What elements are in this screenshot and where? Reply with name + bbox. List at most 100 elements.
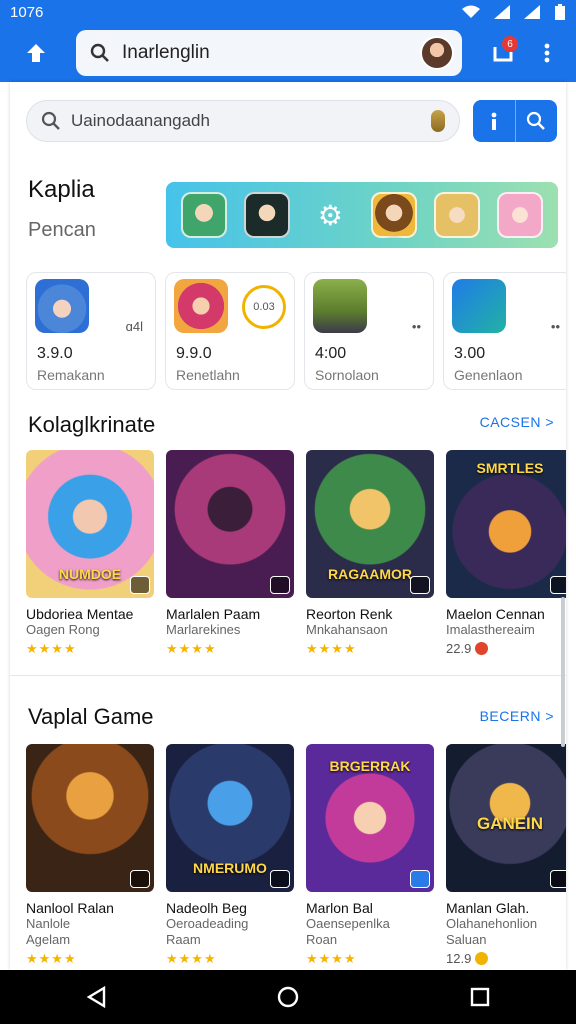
info-button[interactable] [473, 100, 516, 142]
search-input[interactable]: Inarlenglin [76, 30, 462, 76]
notifications-button[interactable]: 6 [486, 36, 520, 68]
featured-card[interactable]: 0.03 9.9.0 Renetlahn [165, 272, 295, 390]
platform-badge [130, 870, 150, 888]
card-label: Renetlahn [176, 367, 240, 383]
wifi-icon [462, 5, 480, 18]
game-score: 12.9 [446, 951, 472, 966]
back-button[interactable] [76, 977, 116, 1017]
game-tile[interactable]: NMERUMO Nadeolh Beg Oeroadeading Raam ★★… [166, 744, 294, 967]
signal-icon [494, 5, 510, 19]
see-all-link[interactable]: CACSEN > [480, 414, 554, 430]
card-rating: 3.9.0 [37, 345, 73, 362]
content-search-input[interactable]: Uainodaanangadh [26, 100, 460, 142]
card-side-info: •• [550, 319, 560, 334]
score-row: 22.9 [446, 641, 566, 656]
home-up-button[interactable] [20, 38, 52, 68]
star-rating: ★★★★ [306, 951, 357, 966]
recents-button[interactable] [460, 977, 500, 1017]
game-tile[interactable]: SMRTLES Maelon Cennan Imalasthereaim 22.… [446, 450, 566, 657]
card-side-info: 0.03 [242, 285, 286, 329]
game-tile[interactable]: Nanlool Ralan Nanlole Agelam ★★★★ [26, 744, 154, 967]
card-rating: 4:00 [315, 345, 347, 362]
back-icon [86, 986, 106, 1008]
app-thumbnail [174, 279, 228, 333]
game-developer: Mnkahansaon [306, 622, 388, 637]
game-art: NUMDOE [26, 450, 154, 598]
search-icon [41, 111, 60, 130]
card-rating: 9.9.0 [176, 345, 212, 362]
search-button[interactable] [516, 100, 558, 142]
search-icon [527, 111, 546, 130]
game-art: GANEIN [446, 744, 566, 892]
game-grid: Nanlool Ralan Nanlole Agelam ★★★★ NMERUM… [26, 744, 566, 967]
game-score: 22.9 [446, 641, 472, 656]
gear-icon[interactable]: ⚙ [307, 192, 353, 238]
overflow-menu-button[interactable] [536, 38, 558, 68]
card-side-info: ɑ4l [125, 319, 143, 334]
featured-card[interactable]: •• 3.00 Genenlaon [443, 272, 566, 390]
search-input-text: Inarlenglin [122, 42, 210, 63]
signal-icon-2 [524, 5, 540, 19]
game-developer: Oagen Rong [26, 622, 100, 637]
featured-cards: ɑ4l 3.9.0 Remakann 0.03 9.9.0 Renetlahn … [26, 272, 566, 390]
avatar[interactable] [420, 36, 454, 70]
game-developer: Olahanehonlion [446, 916, 538, 931]
game-name: Marlalen Paam [166, 606, 261, 622]
character-avatar[interactable] [243, 192, 290, 238]
system-nav-bar [0, 970, 576, 1024]
app-thumbnail [452, 279, 506, 333]
game-developer: Nanlole [26, 916, 71, 931]
see-all-link[interactable]: BECERN > [480, 708, 554, 724]
game-art-title: GANEIN [476, 814, 544, 833]
mic-icon[interactable] [431, 110, 445, 132]
game-art [26, 744, 154, 892]
section-divider [10, 675, 566, 676]
character-avatar[interactable] [180, 192, 227, 238]
star-rating: ★★★★ [26, 641, 77, 656]
game-developer: Oaensepenlka [306, 916, 390, 931]
main-content[interactable]: Uainodaanangadh Kaplia Pencan ⚙ ɑ4l 3.9.… [10, 82, 566, 970]
app-thumbnail [35, 279, 89, 333]
game-name: Manlan Glah. [446, 900, 530, 916]
game-tile[interactable]: Marlalen Paam Marlarekines ★★★★ [166, 450, 294, 657]
game-name: Nadeolh Beg [166, 900, 247, 916]
game-tile[interactable]: NUMDOE Ubdoriea Mentae Oagen Rong ★★★★ [26, 450, 154, 657]
featured-card[interactable]: •• 4:00 Sornolaon [304, 272, 434, 390]
status-time: 1076 [10, 3, 44, 21]
scrollbar[interactable] [561, 597, 565, 747]
game-art: NMERUMO [166, 744, 294, 892]
home-button[interactable] [268, 977, 308, 1017]
section-title: Vaplal Game [28, 704, 154, 729]
character-avatar[interactable] [497, 192, 544, 238]
game-tile[interactable]: RAGAAMOR Reorton Renk Mnkahansaon ★★★★ [306, 450, 434, 657]
status-icons [462, 4, 566, 20]
game-name: Marlon Bal [306, 900, 373, 916]
card-label: Sornolaon [315, 367, 379, 383]
app-bar: Inarlenglin 6 [0, 24, 576, 82]
game-tile[interactable]: GANEIN Manlan Glah. Olahanehonlion Salua… [446, 744, 566, 967]
character-avatar[interactable] [433, 192, 480, 238]
platform-badge [270, 576, 290, 594]
game-name: Maelon Cennan [446, 606, 545, 622]
star-rating: ★★★★ [166, 641, 217, 656]
game-art: SMRTLES [446, 450, 566, 598]
game-name: Ubdoriea Mentae [26, 606, 134, 622]
avatar-strip[interactable]: ⚙ [166, 182, 558, 248]
star-rating: ★★★★ [306, 641, 357, 656]
character-avatar[interactable] [370, 192, 417, 238]
featured-card[interactable]: ɑ4l 3.9.0 Remakann [26, 272, 156, 390]
star-rating: ★★★★ [26, 951, 77, 966]
game-tile[interactable]: BRGERRAK Marlon Bal Oaensepenlka Roan ★★… [306, 744, 434, 967]
score-badge-icon [475, 642, 489, 655]
game-developer-line2: Roan [306, 932, 338, 947]
game-art [166, 450, 294, 598]
app-thumbnail [313, 279, 367, 333]
search-icon [90, 43, 109, 62]
platform-badge [270, 870, 290, 888]
platform-badge [410, 576, 430, 594]
game-developer-line2: Agelam [26, 932, 71, 947]
section-header-subtitle: Pencan [28, 219, 96, 241]
more-vert-icon [544, 43, 550, 63]
game-developer-line2: Saluan [446, 932, 487, 947]
game-art: BRGERRAK [306, 744, 434, 892]
